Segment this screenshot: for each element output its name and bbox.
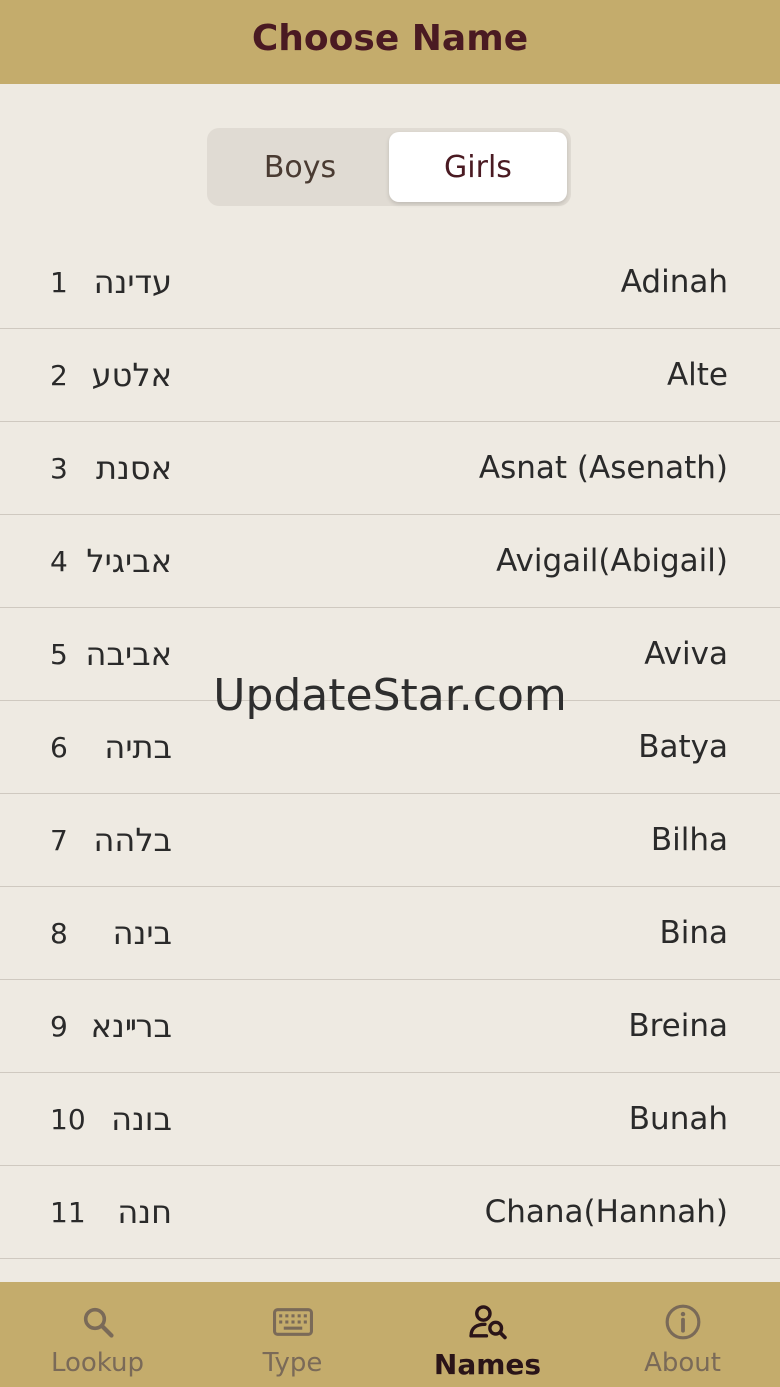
gender-segmented-control: Boys Girls xyxy=(207,128,571,206)
name-number: 8 xyxy=(50,916,68,950)
hebrew-name: אביבה xyxy=(85,635,172,673)
name-number: 10 xyxy=(50,1102,86,1136)
tab-about-label: About xyxy=(644,1348,721,1378)
hebrew-name: בלהה xyxy=(93,821,173,859)
english-name: Adinah xyxy=(620,264,728,300)
list-item[interactable]: 5 אביבה Aviva xyxy=(0,608,780,701)
hebrew-name: אלטע xyxy=(91,356,172,394)
english-name: Bilha xyxy=(650,822,728,858)
hebrew-name: אביגיל xyxy=(86,542,172,580)
keyboard-icon xyxy=(272,1302,313,1342)
list-item[interactable]: 10 בונה Bunah xyxy=(0,1073,780,1166)
search-icon xyxy=(78,1302,118,1342)
person-search-icon xyxy=(468,1302,508,1342)
tab-names-label: Names xyxy=(433,1348,542,1381)
name-number: 9 xyxy=(50,1009,68,1043)
name-number: 4 xyxy=(50,544,68,578)
hebrew-name: בונה xyxy=(111,1100,172,1138)
app-header: Choose Name xyxy=(0,0,780,84)
list-item[interactable]: 4 אביגיל Avigail(Abigail) xyxy=(0,515,780,608)
list-item[interactable]: 9 ברײנא Breina xyxy=(0,980,780,1073)
tab-type-label: Type xyxy=(262,1348,323,1378)
list-item[interactable]: 7 בלהה Bilha xyxy=(0,794,780,887)
english-name: Breina xyxy=(628,1008,728,1044)
tab-lookup[interactable]: Lookup xyxy=(0,1282,195,1387)
name-number: 7 xyxy=(50,823,68,857)
bottom-tab-bar: Lookup Type Names About xyxy=(0,1282,780,1387)
segment-girls-button[interactable]: Girls xyxy=(389,132,567,202)
page-title: Choose Name xyxy=(251,17,529,59)
english-name: Avigail(Abigail) xyxy=(496,543,728,579)
hebrew-name: אסנת xyxy=(96,449,172,487)
name-number: 11 xyxy=(50,1195,86,1229)
hebrew-name: חנה xyxy=(117,1193,172,1231)
name-number: 1 xyxy=(50,265,68,299)
english-name: Alte xyxy=(666,357,728,393)
name-number: 3 xyxy=(50,451,68,485)
hebrew-name: ברײנא xyxy=(90,1007,172,1045)
list-item[interactable]: 6 בתיה Batya xyxy=(0,701,780,794)
tab-names[interactable]: Names xyxy=(390,1282,585,1387)
list-item[interactable]: 2 אלטע Alte xyxy=(0,329,780,422)
list-item[interactable]: 11 חנה Chana(Hannah) xyxy=(0,1166,780,1259)
english-name: Chana(Hannah) xyxy=(484,1194,728,1230)
hebrew-name: עדינה xyxy=(93,263,172,301)
tab-about[interactable]: About xyxy=(585,1282,780,1387)
english-name: Bina xyxy=(659,915,728,951)
info-icon xyxy=(663,1302,703,1342)
hebrew-name: בתיה xyxy=(104,728,172,766)
hebrew-name: בינה xyxy=(112,914,172,952)
name-number: 5 xyxy=(50,637,68,671)
name-number: 6 xyxy=(50,730,68,764)
segment-boys-button[interactable]: Boys xyxy=(211,132,389,202)
english-name: Asnat (Asenath) xyxy=(478,450,728,486)
list-item[interactable]: 1 עדינה Adinah xyxy=(0,236,780,329)
list-item[interactable]: 3 אסנת Asnat (Asenath) xyxy=(0,422,780,515)
tab-type[interactable]: Type xyxy=(195,1282,390,1387)
tab-lookup-label: Lookup xyxy=(50,1348,145,1378)
list-item[interactable]: 8 בינה Bina xyxy=(0,887,780,980)
english-name: Aviva xyxy=(644,636,728,672)
english-name: Batya xyxy=(638,729,728,765)
name-number: 2 xyxy=(50,358,68,392)
names-list: 1 עדינה Adinah 2 אלטע Alte 3 אסנת Asnat … xyxy=(0,236,780,1259)
english-name: Bunah xyxy=(628,1101,728,1137)
